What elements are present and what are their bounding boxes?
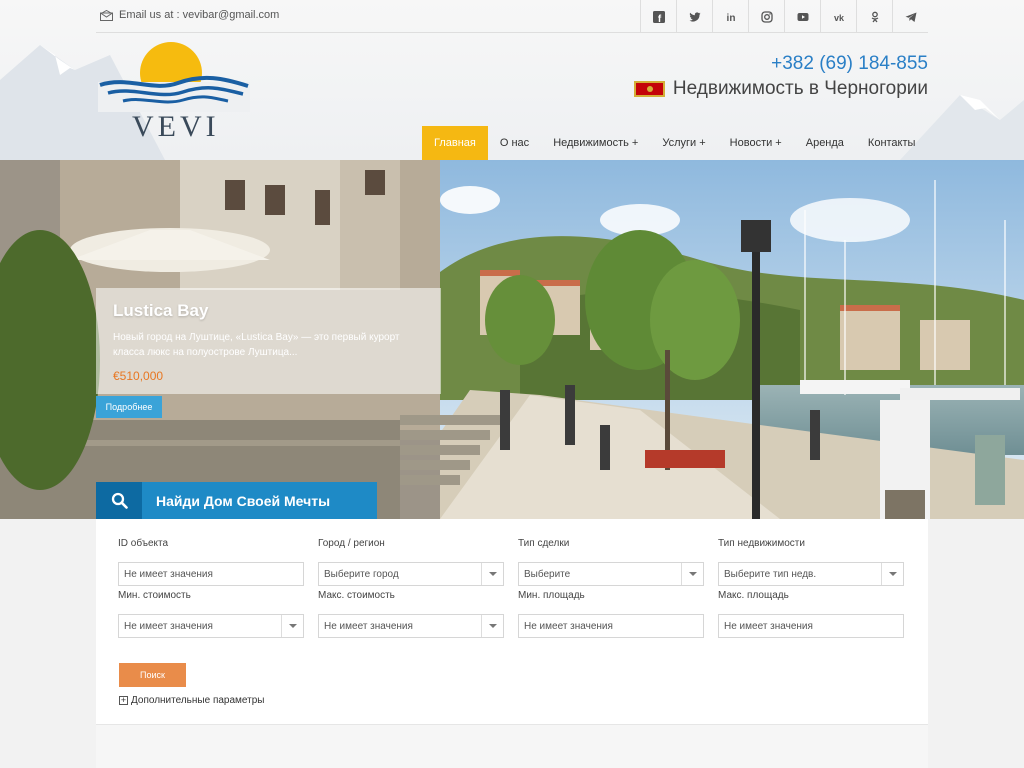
featured-property-card: Lustica Bay Новый город на Луштице, «Lus… (96, 288, 441, 394)
top-bar: Email us at : vevibar@gmail.com f in vk (96, 0, 928, 33)
svg-text:vk: vk (833, 13, 844, 23)
facebook-icon[interactable]: f (640, 0, 676, 33)
svg-text:in: in (726, 13, 735, 23)
property-title[interactable]: Lustica Bay (113, 301, 208, 321)
youtube-icon[interactable] (784, 0, 820, 33)
field-label: Мин. площадь (518, 590, 585, 601)
next-section (96, 724, 928, 768)
field-value: Не имеет значения (324, 620, 413, 632)
nav-item-realty[interactable]: Недвижимость + (541, 126, 650, 160)
search-icon (96, 482, 142, 519)
field-min-area: Мин. площадь Не имеет значения (518, 590, 704, 638)
property-price: €510,000 (113, 369, 164, 383)
nav-item-about[interactable]: О нас (488, 126, 541, 160)
logo-text[interactable]: VEVI (132, 110, 220, 144)
field-value: Выберите (524, 568, 571, 580)
field-max-price: Макс. стоимость Не имеет значения (318, 590, 504, 638)
plus-box-icon: + (119, 695, 128, 705)
odnoklassniki-icon[interactable] (856, 0, 892, 33)
field-max-area: Макс. площадь Не имеет значения (718, 590, 904, 638)
field-label: Макс. стоимость (318, 590, 395, 601)
twitter-icon[interactable] (676, 0, 712, 33)
email-text: Email us at : vevibar@gmail.com (119, 9, 280, 21)
chevron-down-icon[interactable] (681, 563, 703, 585)
nav-item-home[interactable]: Главная (422, 126, 488, 160)
field-value: Выберите город (324, 568, 399, 580)
field-value: Не имеет значения (524, 620, 613, 632)
site-tagline: Недвижимость в Черногории (633, 78, 928, 100)
field-min-price: Мин. стоимость Не имеет значения (118, 590, 304, 638)
chevron-down-icon[interactable] (481, 563, 503, 585)
field-value: Не имеет значения (124, 620, 213, 632)
find-home-title: Найди Дом Своей Мечты (156, 492, 331, 509)
hero-slider: Lustica Bay Новый город на Луштице, «Lus… (0, 160, 1024, 519)
nav-item-services[interactable]: Услуги + (650, 126, 717, 160)
montenegro-flag-icon (633, 81, 665, 97)
field-city: Город / регион Выберите город (318, 538, 504, 586)
max-area-input[interactable]: Не имеет значения (718, 614, 904, 638)
phone-number[interactable]: +382 (69) 184-855 (771, 53, 928, 75)
chevron-down-icon[interactable] (281, 615, 303, 637)
chevron-down-icon[interactable] (481, 615, 503, 637)
field-value: Не имеет значения (124, 568, 213, 580)
field-deal-type: Тип сделки Выберите (518, 538, 704, 586)
object-id-input[interactable]: Не имеет значения (118, 562, 304, 586)
telegram-icon[interactable] (892, 0, 928, 33)
instagram-icon[interactable] (748, 0, 784, 33)
field-label: Тип сделки (518, 538, 570, 549)
field-label: Макс. площадь (718, 590, 789, 601)
field-label: Город / регион (318, 538, 385, 549)
advanced-params-label: Дополнительные параметры (131, 695, 265, 706)
field-property-type: Тип недвижимости Выберите тип недв. (718, 538, 904, 586)
field-label: Тип недвижимости (718, 538, 805, 549)
nav-item-contacts[interactable]: Контакты (856, 126, 928, 160)
tagline-text: Недвижимость в Черногории (672, 78, 928, 99)
min-area-input[interactable]: Не имеет значения (518, 614, 704, 638)
main-nav: Главная О нас Недвижимость + Услуги + Но… (422, 126, 927, 160)
min-price-select[interactable]: Не имеет значения (118, 614, 304, 638)
linkedin-icon[interactable]: in (712, 0, 748, 33)
field-label: Мин. стоимость (118, 590, 191, 601)
max-price-select[interactable]: Не имеет значения (318, 614, 504, 638)
field-value: Выберите тип недв. (724, 568, 817, 580)
advanced-params-toggle[interactable]: + Дополнительные параметры (119, 695, 264, 706)
property-type-select[interactable]: Выберите тип недв. (718, 562, 904, 586)
social-links: f in vk (640, 0, 928, 33)
deal-type-select[interactable]: Выберите (518, 562, 704, 586)
email-contact[interactable]: Email us at : vevibar@gmail.com (100, 9, 279, 21)
city-select[interactable]: Выберите город (318, 562, 504, 586)
find-home-banner: Найди Дом Своей Мечты (96, 482, 377, 519)
property-search-form: ID объекта Не имеет значения Город / рег… (96, 519, 928, 724)
search-button[interactable]: Поиск (119, 663, 186, 687)
chevron-down-icon[interactable] (881, 563, 903, 585)
field-value: Не имеет значения (724, 620, 813, 632)
field-label: ID объекта (118, 538, 169, 549)
nav-item-rent[interactable]: Аренда (794, 126, 856, 160)
field-object-id: ID объекта Не имеет значения (118, 538, 304, 586)
details-button[interactable]: Подробнее (96, 396, 162, 418)
property-description: Новый город на Луштице, «Lustica Bay» — … (113, 332, 400, 358)
site-header: Email us at : vevibar@gmail.com f in vk … (0, 0, 1024, 160)
vk-icon[interactable]: vk (820, 0, 856, 33)
nav-item-news[interactable]: Новости + (718, 126, 794, 160)
envelope-icon (100, 9, 113, 21)
